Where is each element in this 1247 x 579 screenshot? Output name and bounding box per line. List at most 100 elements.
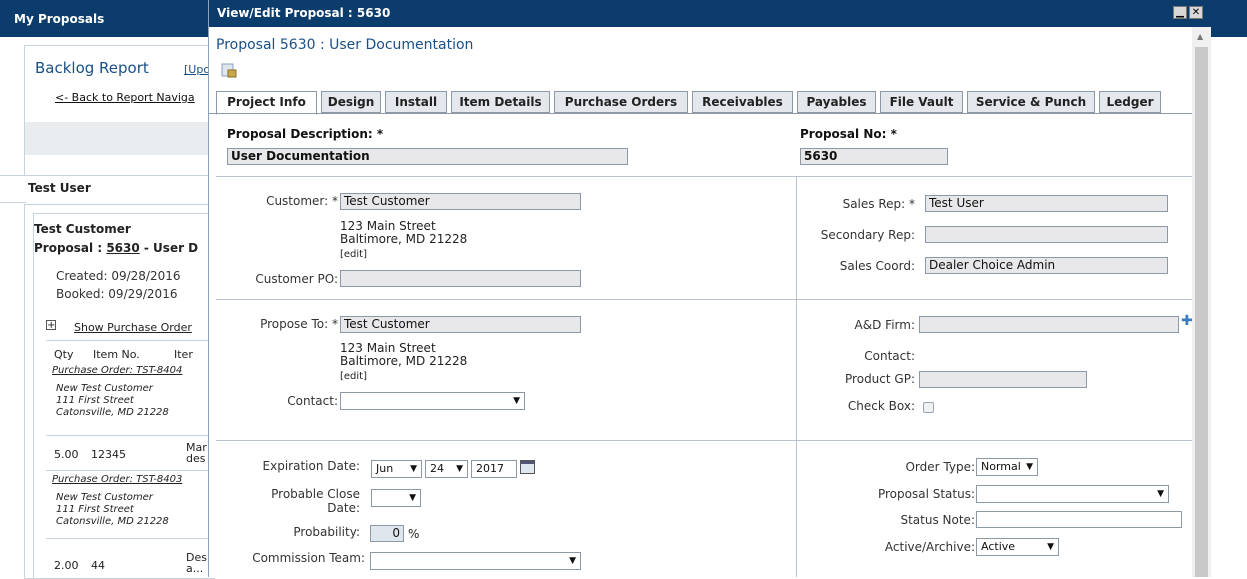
customer-po-label: Customer PO:: [255, 272, 338, 286]
report-update-link[interactable]: [Upo: [184, 63, 210, 76]
po1-link[interactable]: Purchase Order: TST-8404: [52, 365, 182, 376]
contact-label: Contact:: [287, 394, 338, 408]
tab-payables[interactable]: Payables: [797, 91, 876, 113]
card-created: Created: 09/28/2016: [56, 269, 181, 283]
user-band-left: [0, 175, 26, 203]
proposal-status-label: Proposal Status:: [877, 487, 975, 501]
probable-close-select[interactable]: ▼: [371, 489, 421, 507]
chevron-down-icon: ▼: [513, 396, 520, 406]
proposal-status-select[interactable]: ▼: [976, 485, 1169, 503]
customer-input[interactable]: Test Customer: [340, 193, 581, 210]
user-band: Test User: [24, 175, 208, 205]
exp-month-select[interactable]: Jun ▼: [371, 460, 422, 478]
proposal-modal: View/Edit Proposal : 5630 ▁ ✕ Proposal 5…: [208, 0, 1211, 577]
sales-rep-input[interactable]: Test User: [925, 195, 1168, 212]
col-item2: Iter: [174, 348, 193, 361]
product-gp-input[interactable]: [919, 371, 1087, 388]
scroll-thumb[interactable]: [1195, 47, 1208, 577]
sales-coord-input[interactable]: Dealer Choice Admin: [925, 257, 1168, 274]
modal-title-bar[interactable]: View/Edit Proposal : 5630 ▁ ✕: [209, 0, 1211, 27]
exp-year-input[interactable]: 2017: [471, 460, 517, 478]
show-po-link[interactable]: Show Purchase Order: [74, 321, 192, 334]
expiration-label: Expiration Date:: [262, 459, 360, 473]
check-box[interactable]: [923, 402, 934, 413]
po2-link[interactable]: Purchase Order: TST-8403: [52, 474, 182, 485]
proposal-card: Test Customer Proposal : 5630 - User D C…: [33, 213, 209, 579]
row1-item: 12345: [91, 448, 126, 461]
save-icon[interactable]: [221, 63, 237, 78]
commission-team-select[interactable]: ▼: [370, 552, 581, 570]
customer-label: Customer: *: [266, 194, 338, 208]
status-note-input[interactable]: [976, 511, 1182, 528]
status-note-label: Status Note:: [900, 513, 975, 527]
tab-design[interactable]: Design: [321, 91, 381, 113]
tab-item-details[interactable]: Item Details: [451, 91, 550, 113]
back-link[interactable]: <- Back to Report Naviga: [55, 91, 195, 104]
tab-receivables[interactable]: Receivables: [692, 91, 793, 113]
sales-coord-label: Sales Coord:: [839, 259, 915, 273]
proposal-description-input[interactable]: User Documentation: [227, 148, 628, 165]
active-archive-label: Active/Archive:: [884, 540, 975, 554]
card-proposal-line: Proposal : 5630 - User D: [34, 241, 199, 255]
probable-close-label: Probable Close Date:: [271, 487, 360, 515]
tab-service-punch[interactable]: Service & Punch: [967, 91, 1095, 113]
product-gp-label: Product GP:: [845, 372, 915, 386]
secondary-rep-input[interactable]: [925, 226, 1168, 243]
col-item: Item No.: [93, 348, 140, 361]
exp-day-select[interactable]: 24 ▼: [425, 460, 468, 478]
col-qty: Qty: [54, 348, 74, 361]
modal-body: Proposal 5630 : User Documentation Proje…: [209, 27, 1193, 577]
modal-title: View/Edit Proposal : 5630: [217, 6, 391, 20]
po-table: Qty Item No. Iter Purchase Order: TST-84…: [46, 340, 209, 579]
tab-project-info[interactable]: Project Info: [216, 91, 317, 115]
propose-to-label: Propose To: *: [260, 317, 338, 331]
order-type-select[interactable]: Normal ▼: [976, 458, 1038, 476]
add-firm-icon[interactable]: ✚: [1181, 313, 1193, 329]
sales-rep-label: Sales Rep: *: [842, 197, 915, 211]
order-type-label: Order Type:: [905, 460, 975, 474]
minimize-button[interactable]: ▁: [1173, 6, 1187, 19]
secondary-rep-label: Secondary Rep:: [820, 228, 915, 242]
scroll-up-icon[interactable]: ▲: [1197, 32, 1203, 41]
ad-firm-input[interactable]: [919, 316, 1179, 333]
check-box-label: Check Box:: [847, 399, 915, 413]
expand-icon[interactable]: +: [46, 320, 56, 331]
row2-qty: 2.00: [54, 559, 79, 572]
probability-input[interactable]: 0: [370, 525, 404, 542]
customer-edit-link[interactable]: [edit]: [340, 249, 367, 260]
propose-to-input[interactable]: Test Customer: [340, 316, 581, 333]
gray-band: [25, 122, 215, 155]
tab-install[interactable]: Install: [385, 91, 447, 113]
propose-to-edit-link[interactable]: [edit]: [340, 371, 367, 382]
tab-ledger[interactable]: Ledger: [1099, 91, 1161, 113]
contact-select[interactable]: ▼: [340, 392, 525, 410]
divider-2: [216, 299, 1192, 300]
divider-1: [216, 176, 1192, 177]
po1-address: New Test Customer 111 First Street Catonsv…: [56, 383, 169, 418]
propose-to-address: 123 Main Street Baltimore, MD 21228: [340, 341, 468, 368]
report-title[interactable]: Backlog Report: [35, 59, 149, 77]
card-proposal-number[interactable]: 5630: [106, 241, 139, 255]
background-title: My Proposals: [14, 12, 105, 26]
ad-firm-label: A&D Firm:: [854, 318, 915, 332]
calendar-icon[interactable]: [520, 460, 535, 474]
active-archive-select[interactable]: Active ▼: [976, 538, 1059, 556]
close-button[interactable]: ✕: [1189, 6, 1203, 19]
tab-purchase-orders[interactable]: Purchase Orders: [554, 91, 688, 113]
probability-label: Probability:: [293, 525, 360, 539]
card-booked: Booked: 09/29/2016: [56, 287, 178, 301]
divider-3: [216, 440, 1192, 441]
user-name: Test User: [28, 181, 91, 195]
row1-qty: 5.00: [54, 448, 79, 461]
po2-address: New Test Customer 111 First Street Catonsv…: [56, 492, 169, 527]
column-divider: [796, 176, 797, 577]
tab-file-vault[interactable]: File Vault: [880, 91, 963, 113]
proposal-no-input[interactable]: 5630: [800, 148, 948, 165]
customer-po-input[interactable]: [340, 270, 581, 287]
proposal-description-label: Proposal Description: *: [227, 127, 384, 141]
card-customer: Test Customer: [34, 222, 131, 236]
proposal-header: Proposal 5630 : User Documentation: [216, 37, 474, 53]
tab-divider: [209, 113, 1192, 114]
row2-desc: Des a...: [186, 551, 207, 575]
proposal-no-label: Proposal No: *: [800, 127, 897, 141]
